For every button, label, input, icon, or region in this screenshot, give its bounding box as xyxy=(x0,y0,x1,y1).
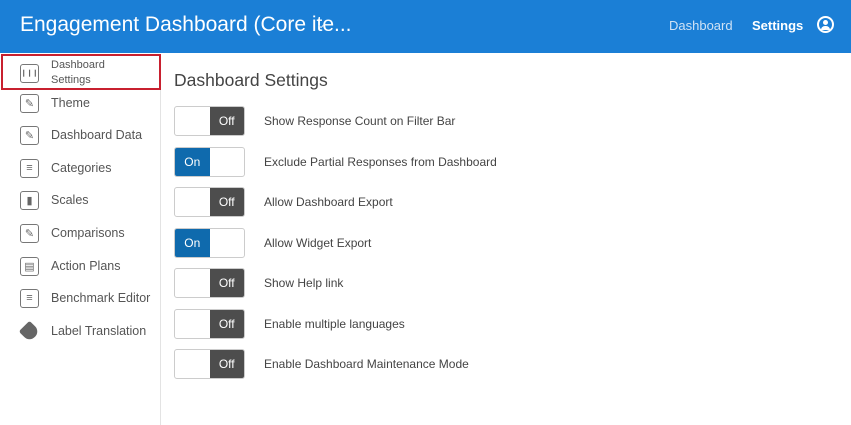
nav-settings[interactable]: Settings xyxy=(752,18,803,33)
setting-row: Off Enable Dashboard Maintenance Mode xyxy=(174,349,469,379)
toggle-switch[interactable]: Off xyxy=(174,268,245,298)
sidebar-item-comparisons[interactable]: ✎ Comparisons xyxy=(20,222,125,244)
toggle-on-side xyxy=(175,107,210,135)
sidebar-item-label: Action Plans xyxy=(51,259,121,273)
dashboard-title[interactable]: Engagement Dashboard (Core ite... xyxy=(20,13,352,37)
setting-row: Off Show Help link xyxy=(174,268,343,298)
toggle-off-side xyxy=(210,229,245,257)
toggle-off-side: Off xyxy=(209,107,244,135)
list-icon: ≡ xyxy=(20,288,39,308)
toggle-switch[interactable]: On xyxy=(174,227,245,258)
pencil-icon: ✎ xyxy=(20,223,39,243)
sliders-icon: ❙❙❙ xyxy=(20,63,39,83)
pencil-icon: ✎ xyxy=(20,125,39,145)
toggle-switch[interactable]: Off xyxy=(174,349,245,379)
toggle-off-side: Off xyxy=(209,269,244,297)
sidebar-item-label: Comparisons xyxy=(51,226,125,240)
chevron-down-icon[interactable]: ⌄ xyxy=(316,17,326,31)
setting-label: Allow Widget Export xyxy=(264,235,372,250)
nav-dashboard[interactable]: Dashboard xyxy=(669,18,733,33)
top-bar: Engagement Dashboard (Core ite... ⌄ Dash… xyxy=(0,0,851,53)
setting-label: Exclude Partial Responses from Dashboard xyxy=(264,154,497,169)
setting-row: On Exclude Partial Responses from Dashbo… xyxy=(174,146,497,177)
toggle-on-side xyxy=(175,269,210,297)
sidebar-item-label: Label Translation xyxy=(51,324,147,338)
sidebar-item-dashboard-settings[interactable]: ❙❙❙ Dashboard Settings xyxy=(20,58,111,88)
toggle-off-side: Off xyxy=(209,188,244,216)
setting-row: Off Allow Dashboard Export xyxy=(174,187,393,217)
tag-icon xyxy=(18,320,41,342)
sidebar-item-label: Dashboard Data xyxy=(51,128,143,142)
sidebar-item-label: Benchmark Editor xyxy=(51,291,151,305)
toggle-switch[interactable]: Off xyxy=(174,308,245,339)
setting-row: On Allow Widget Export xyxy=(174,227,372,258)
user-icon[interactable] xyxy=(817,16,834,33)
setting-label: Enable Dashboard Maintenance Mode xyxy=(264,357,469,371)
toggle-on-side xyxy=(175,188,210,216)
sidebar-item-label: Theme xyxy=(51,96,90,110)
sidebar-item-dashboard-data[interactable]: ✎ Dashboard Data xyxy=(20,124,142,146)
sidebar-item-label: Scales xyxy=(51,193,89,207)
brush-icon: ✎ xyxy=(20,93,39,113)
toggle-on-side: On xyxy=(175,147,210,176)
setting-label: Enable multiple languages xyxy=(264,316,405,331)
setting-label: Show Response Count on Filter Bar xyxy=(264,114,456,128)
toggle-off-side: Off xyxy=(209,350,244,378)
toggle-on-side xyxy=(175,350,210,378)
toggle-off-side: Off xyxy=(209,309,244,338)
sidebar-item-benchmark-editor[interactable]: ≡ Benchmark Editor xyxy=(20,287,150,309)
toggle-on-side: On xyxy=(175,228,210,257)
sidebar-item-theme[interactable]: ✎ Theme xyxy=(20,92,90,114)
sidebar-item-scales[interactable]: ▮ Scales xyxy=(20,189,89,211)
sidebar-item-action-plans[interactable]: ▤ Action Plans xyxy=(20,255,120,277)
toggle-switch[interactable]: Off xyxy=(174,187,245,217)
clipboard-icon: ▤ xyxy=(20,256,39,276)
sidebar-item-label: Dashboard Settings xyxy=(51,59,105,86)
setting-label: Show Help link xyxy=(264,276,344,290)
toggle-switch[interactable]: Off xyxy=(174,106,245,136)
toggle-switch[interactable]: On xyxy=(174,146,245,177)
sidebar-item-categories[interactable]: ≡ Categories xyxy=(20,157,111,179)
setting-row: Off Enable multiple languages xyxy=(174,308,405,339)
setting-label: Allow Dashboard Export xyxy=(264,195,393,209)
page-title: Dashboard Settings xyxy=(174,70,328,90)
sidebar-item-label: Categories xyxy=(51,161,112,175)
list-icon: ≡ xyxy=(20,158,39,178)
bar-chart-icon: ▮ xyxy=(20,190,39,210)
sidebar-item-label-translation[interactable]: Label Translation xyxy=(18,320,147,342)
sidebar-divider xyxy=(160,90,161,425)
setting-row: Off Show Response Count on Filter Bar xyxy=(174,106,455,136)
toggle-off-side xyxy=(210,148,245,176)
toggle-on-side xyxy=(175,310,210,338)
